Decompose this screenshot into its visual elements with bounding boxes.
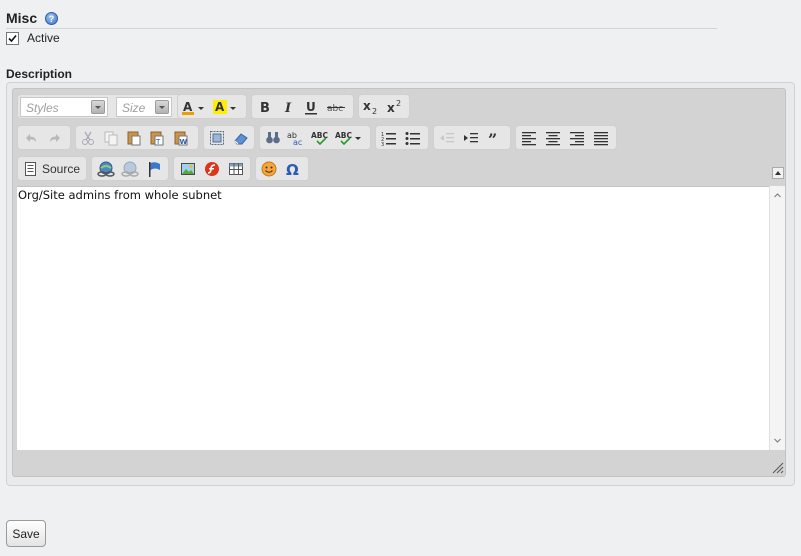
scroll-up-icon[interactable] (774, 192, 781, 199)
svg-text:I: I (284, 101, 292, 114)
flash-icon[interactable] (203, 160, 221, 178)
svg-text:abc: abc (327, 104, 343, 114)
styles-combo[interactable]: Styles (20, 97, 108, 117)
align-group (515, 125, 617, 150)
scroll-down-icon[interactable] (774, 437, 781, 444)
unlink-icon[interactable] (121, 160, 139, 178)
svg-text:W: W (180, 138, 188, 146)
active-label: Active (27, 31, 60, 45)
background-color-icon[interactable]: A (213, 98, 239, 116)
svg-text:Ω: Ω (286, 161, 299, 177)
help-icon[interactable]: ? (45, 12, 58, 25)
section-title: Misc (6, 10, 38, 26)
align-left-icon[interactable] (520, 129, 538, 147)
size-combo-label: Size (122, 101, 146, 115)
svg-text:”: ” (488, 130, 497, 146)
color-group: A A (177, 94, 247, 119)
numbered-list-icon[interactable]: 123 (380, 129, 398, 147)
table-icon[interactable] (227, 160, 245, 178)
editor-scrollbar[interactable] (769, 186, 785, 450)
undo-icon[interactable] (22, 129, 40, 147)
svg-text:T: T (155, 138, 161, 146)
editor-content-text[interactable]: Org/Site admins from whole subnet (18, 188, 222, 202)
script-group: x2 x2 (358, 94, 410, 119)
cut-icon[interactable] (79, 129, 97, 147)
collapse-toolbar-button[interactable] (772, 167, 784, 179)
svg-text:A: A (183, 100, 193, 114)
bulleted-list-icon[interactable] (404, 129, 422, 147)
underline-icon[interactable]: U (302, 98, 320, 116)
insert-group (173, 156, 251, 181)
smiley-icon[interactable] (260, 160, 278, 178)
svg-text:2: 2 (372, 107, 377, 115)
save-button[interactable]: Save (6, 520, 46, 547)
styles-combo-label: Styles (26, 101, 59, 115)
italic-icon[interactable]: I (279, 98, 297, 116)
size-combo[interactable]: Size (116, 97, 172, 117)
svg-text:A: A (215, 100, 225, 114)
chevron-down-icon[interactable] (91, 100, 105, 114)
indent-group: ” (433, 125, 511, 150)
resize-grip-icon[interactable] (772, 462, 784, 474)
section-header: Misc ? (6, 9, 717, 29)
source-group: Source (17, 156, 87, 181)
strikethrough-icon[interactable]: abc (327, 98, 345, 116)
paste-word-icon[interactable]: W (172, 129, 190, 147)
special-char-icon[interactable]: Ω (284, 160, 302, 178)
paste-icon[interactable] (125, 129, 143, 147)
image-icon[interactable] (179, 160, 197, 178)
align-center-icon[interactable] (544, 129, 562, 147)
link-icon[interactable] (97, 160, 115, 178)
svg-text:2: 2 (396, 99, 401, 108)
source-icon[interactable] (22, 160, 40, 178)
active-checkbox[interactable] (6, 32, 19, 45)
source-button-label[interactable]: Source (42, 162, 80, 176)
svg-text:ac: ac (293, 138, 302, 146)
misc-insert-group: Ω (255, 156, 309, 181)
undo-group (17, 125, 71, 150)
select-all-icon[interactable] (208, 129, 226, 147)
chevron-down-icon[interactable] (155, 100, 169, 114)
outdent-icon[interactable] (438, 129, 456, 147)
remove-format-icon[interactable] (232, 129, 250, 147)
description-label: Description (6, 67, 73, 81)
find-icon[interactable] (264, 129, 282, 147)
replace-icon[interactable]: ab ac (287, 129, 305, 147)
superscript-icon[interactable]: x2 (387, 98, 405, 116)
bold-icon[interactable]: B (256, 98, 274, 116)
subscript-icon[interactable]: x2 (363, 98, 381, 116)
svg-text:3: 3 (381, 142, 384, 146)
svg-text:x: x (387, 101, 395, 115)
basic-style-group: B I U abc (251, 94, 354, 119)
svg-text:x: x (363, 99, 371, 113)
list-group: 123 (375, 125, 429, 150)
indent-icon[interactable] (462, 129, 480, 147)
editor-content-area[interactable]: Org/Site admins from whole subnet (17, 186, 769, 450)
anchor-icon[interactable] (145, 160, 163, 178)
editing-group: ab ac ABC ABC (259, 125, 371, 150)
text-color-icon[interactable]: A (181, 98, 207, 116)
spell-as-you-type-icon[interactable]: ABC (335, 129, 363, 147)
svg-text:U: U (306, 100, 316, 114)
align-right-icon[interactable] (568, 129, 586, 147)
check-icon (8, 34, 17, 43)
spellcheck-icon[interactable]: ABC (311, 129, 329, 147)
svg-text:B: B (260, 101, 270, 114)
select-group (203, 125, 255, 150)
paste-text-icon[interactable]: T (148, 129, 166, 147)
clipboard-group: T W (75, 125, 199, 150)
justify-icon[interactable] (592, 129, 610, 147)
redo-icon[interactable] (46, 129, 64, 147)
blockquote-icon[interactable]: ” (486, 129, 504, 147)
copy-icon[interactable] (102, 129, 120, 147)
link-group (91, 156, 169, 181)
